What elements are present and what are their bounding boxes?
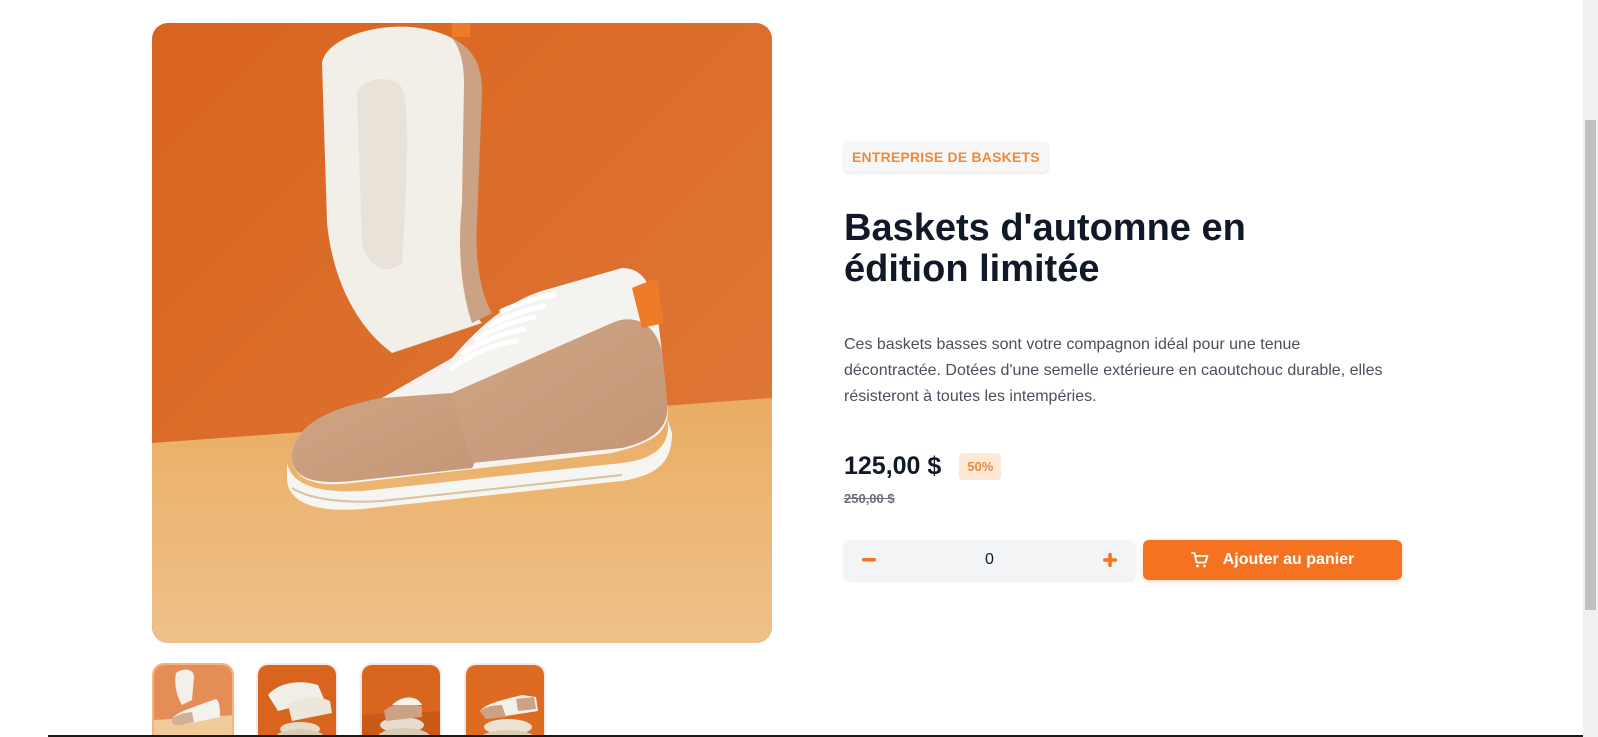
thumbnail-3[interactable] bbox=[360, 663, 442, 737]
increase-quantity-button[interactable] bbox=[1099, 549, 1121, 571]
discount-badge: 50% bbox=[959, 453, 1002, 480]
main-product-image[interactable] bbox=[152, 23, 772, 643]
quantity-stepper: 0 bbox=[844, 540, 1135, 580]
thumbnail-2[interactable] bbox=[256, 663, 338, 737]
purchase-actions: 0 Ajouter au panier bbox=[844, 540, 1404, 580]
page-scrollbar[interactable] bbox=[1583, 0, 1598, 737]
decrease-quantity-button[interactable] bbox=[858, 549, 880, 571]
quantity-value[interactable]: 0 bbox=[880, 551, 1099, 569]
thumbnail-4[interactable] bbox=[464, 663, 546, 737]
product-description: Ces baskets basses sont votre compagnon … bbox=[844, 336, 1383, 405]
product-page: ENTREPRISE DE BASKETS Baskets d'automne … bbox=[0, 0, 1598, 737]
add-to-cart-label: Ajouter au panier bbox=[1222, 551, 1355, 568]
company-label: ENTREPRISE DE BASKETS bbox=[844, 142, 1048, 172]
add-to-cart-button[interactable]: Ajouter au panier bbox=[1143, 540, 1402, 580]
scrollbar-thumb[interactable] bbox=[1585, 120, 1596, 610]
price-row: 125,00 $ 50% bbox=[844, 452, 1404, 481]
current-price: 125,00 $ bbox=[844, 452, 942, 480]
plus-icon bbox=[1103, 553, 1117, 567]
product-title: Baskets d'automne en édition limitée bbox=[844, 207, 1246, 290]
cart-icon bbox=[1190, 552, 1209, 568]
minus-icon bbox=[862, 558, 876, 562]
thumbnail-strip bbox=[152, 663, 546, 737]
product-info: ENTREPRISE DE BASKETS Baskets d'automne … bbox=[844, 142, 1404, 580]
thumbnail-1[interactable] bbox=[152, 663, 234, 737]
original-price: 250,00 $ bbox=[844, 491, 895, 506]
